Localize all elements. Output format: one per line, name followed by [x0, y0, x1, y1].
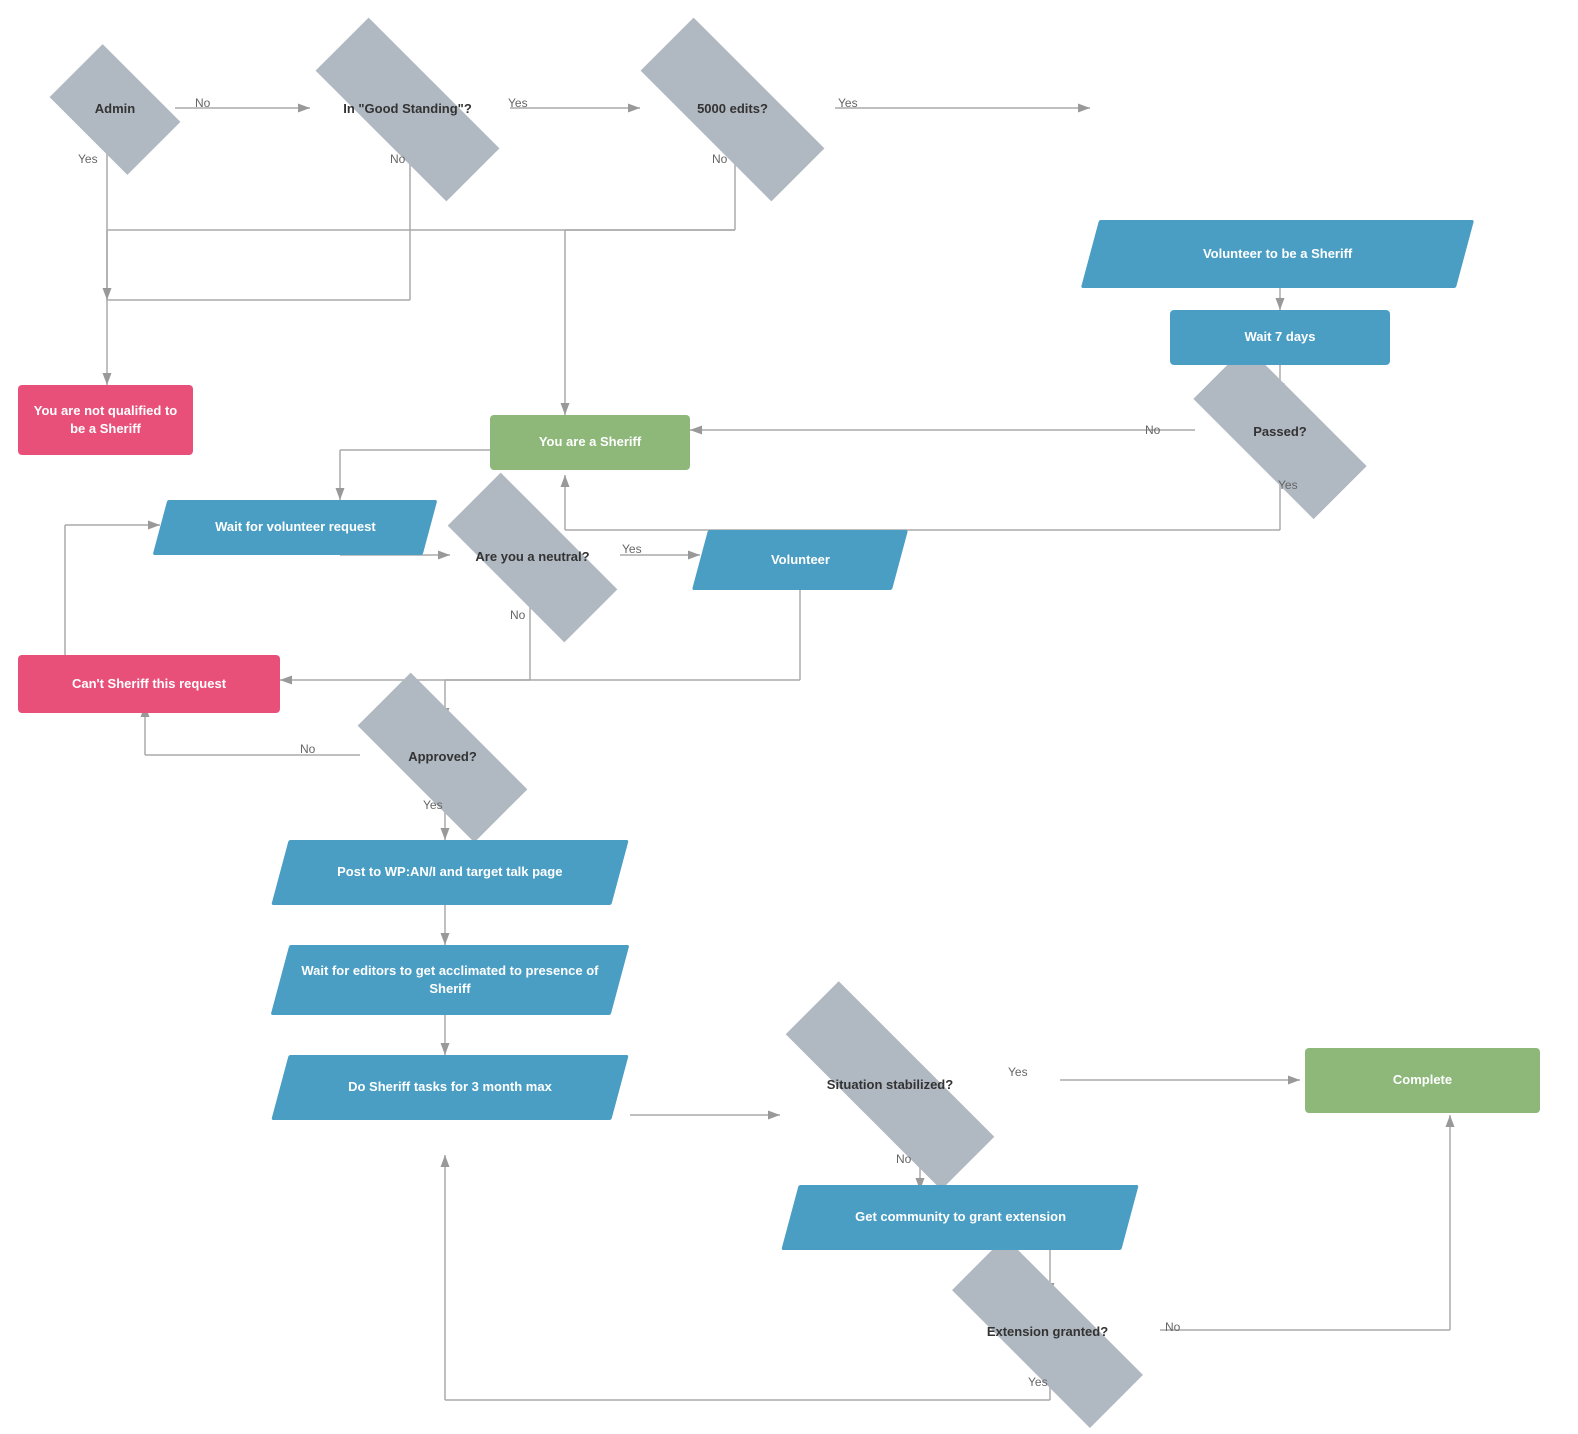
complete-rect: Complete [1305, 1048, 1540, 1113]
good-standing-diamond: In "Good Standing"? [315, 72, 500, 147]
you-are-sheriff-label: You are a Sheriff [531, 429, 649, 455]
neutral-no-label: No [510, 608, 525, 622]
cant-sheriff-rect: Can't Sheriff this request [18, 655, 280, 713]
get-community-para: Get community to grant extension [781, 1185, 1138, 1250]
edits-label: 5000 edits? [697, 101, 768, 118]
volunteer-para: Volunteer [692, 530, 908, 590]
passed-yes-label: Yes [1278, 478, 1298, 492]
volunteer-sheriff-para: Volunteer to be a Sheriff [1081, 220, 1474, 288]
approved-diamond: Approved? [360, 720, 525, 795]
situation-yes-label: Yes [1008, 1065, 1028, 1079]
wait-editors-para: Wait for editors to get acclimated to pr… [271, 945, 630, 1015]
wait-volunteer-label: Wait for volunteer request [207, 514, 384, 540]
wait-7-days-label: Wait 7 days [1236, 324, 1323, 350]
approved-no-label: No [300, 742, 315, 756]
not-qualified-label: You are not qualified to be a Sheriff [18, 398, 193, 442]
wait-7-days-rect: Wait 7 days [1170, 310, 1390, 365]
extension-no-label: No [1165, 1320, 1180, 1334]
neutral-label: Are you a neutral? [475, 549, 589, 566]
get-community-label: Get community to grant extension [847, 1204, 1074, 1230]
situation-label: Situation stabilized? [827, 1077, 953, 1094]
post-wp-label: Post to WP:AN/I and target talk page [329, 859, 570, 885]
approved-yes-label: Yes [423, 798, 443, 812]
approved-label: Approved? [408, 749, 477, 766]
not-qualified-rect: You are not qualified to be a Sheriff [18, 385, 193, 455]
good-standing-no-label: No [390, 152, 405, 166]
situation-diamond: Situation stabilized? [780, 1048, 1000, 1123]
wait-editors-label: Wait for editors to get acclimated to pr… [280, 958, 620, 1002]
passed-no-label: No [1145, 423, 1160, 437]
situation-no-label: No [896, 1152, 911, 1166]
complete-label: Complete [1385, 1067, 1460, 1093]
extension-label: Extension granted? [987, 1324, 1108, 1341]
do-sheriff-para: Do Sheriff tasks for 3 month max [271, 1055, 628, 1120]
edits-diamond: 5000 edits? [640, 72, 825, 147]
post-wp-para: Post to WP:AN/I and target talk page [271, 840, 628, 905]
cant-sheriff-label: Can't Sheriff this request [64, 671, 234, 697]
edits-yes-label: Yes [838, 96, 858, 110]
extension-yes-label: Yes [1028, 1375, 1048, 1389]
admin-label: Admin [95, 101, 135, 118]
neutral-diamond: Are you a neutral? [450, 520, 615, 595]
admin-diamond: Admin [60, 72, 170, 147]
edits-no-label: No [712, 152, 727, 166]
good-standing-label: In "Good Standing"? [343, 101, 472, 118]
wait-volunteer-para: Wait for volunteer request [153, 500, 438, 555]
admin-no-label: No [195, 96, 210, 110]
passed-label: Passed? [1253, 424, 1306, 441]
volunteer-label: Volunteer [763, 547, 838, 573]
you-are-sheriff-rect: You are a Sheriff [490, 415, 690, 470]
volunteer-sheriff-label: Volunteer to be a Sheriff [1195, 241, 1360, 267]
good-standing-yes-label: Yes [508, 96, 528, 110]
neutral-yes-label: Yes [622, 542, 642, 556]
admin-yes-label: Yes [78, 152, 98, 166]
extension-diamond: Extension granted? [950, 1295, 1145, 1370]
passed-diamond: Passed? [1195, 395, 1365, 470]
do-sheriff-label: Do Sheriff tasks for 3 month max [340, 1074, 560, 1100]
